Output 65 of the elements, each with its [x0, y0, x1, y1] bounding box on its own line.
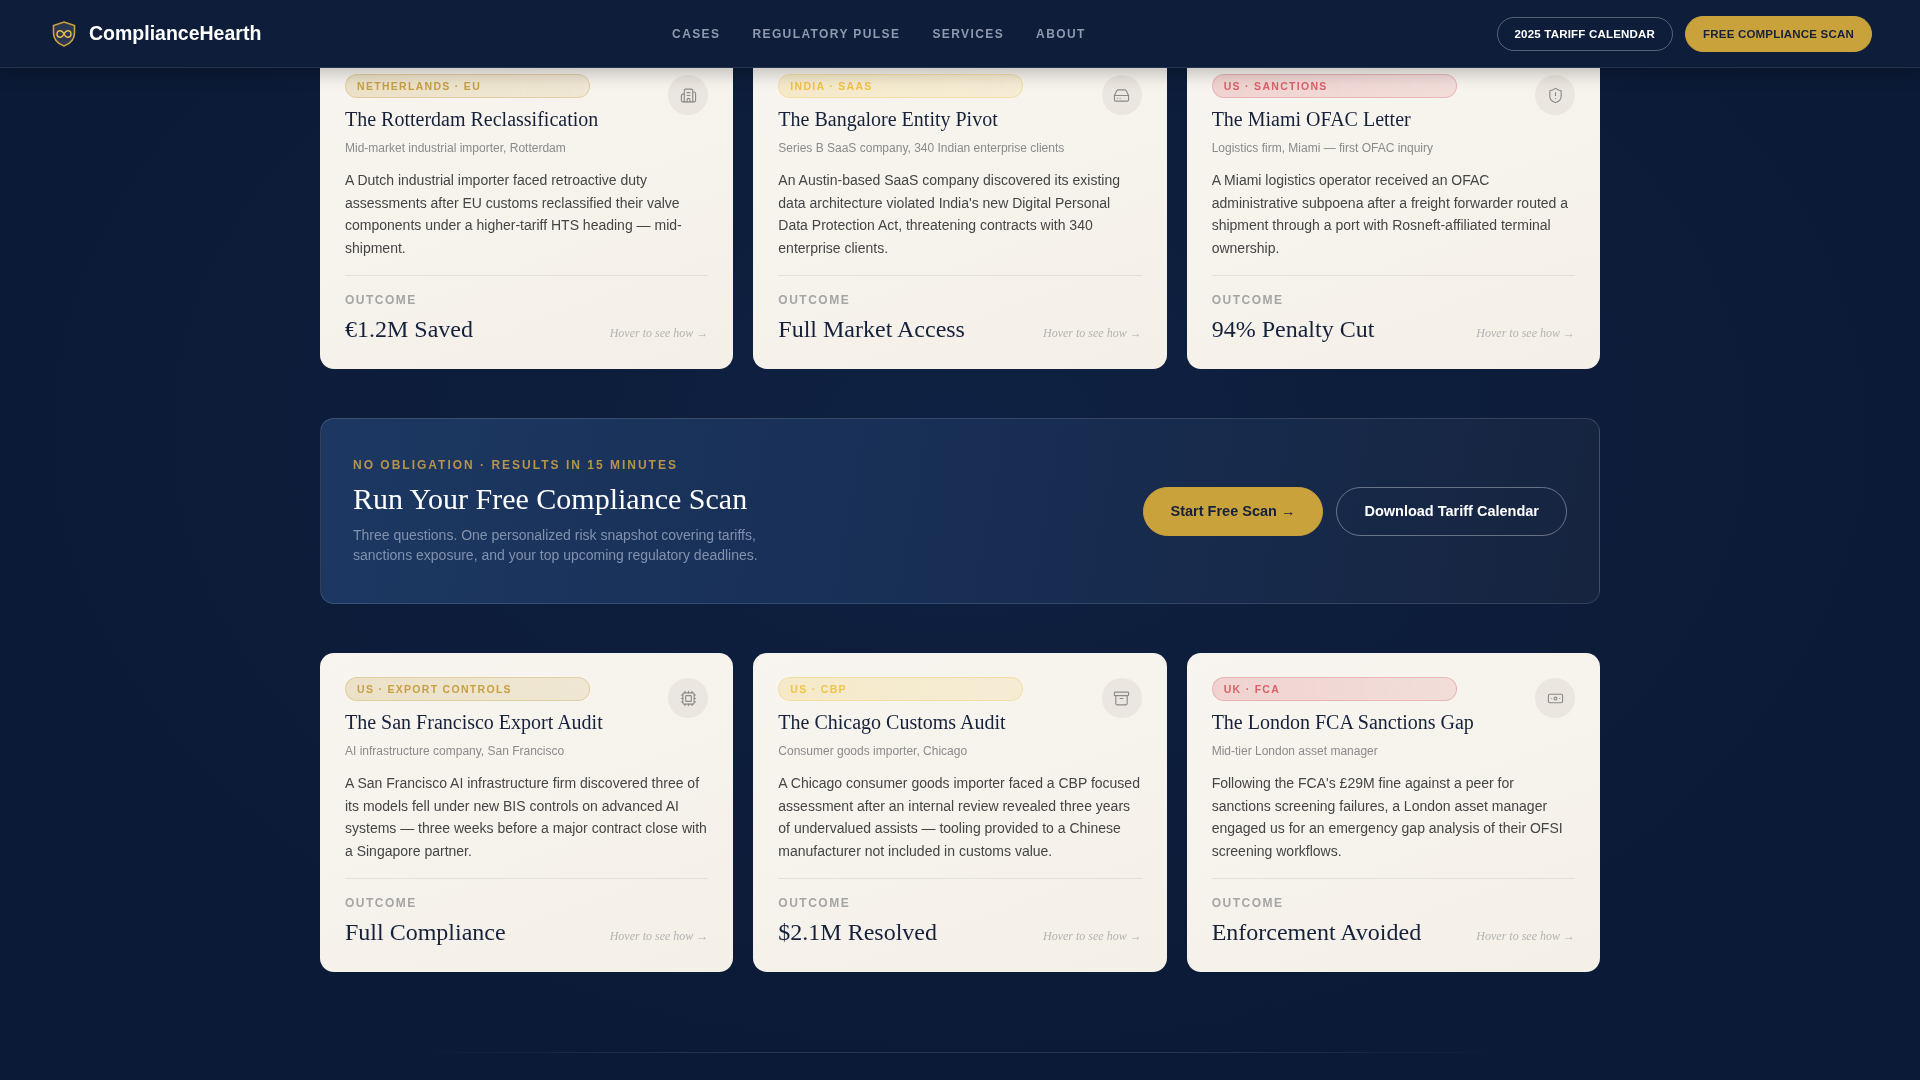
case-card[interactable]: [753, 68, 1167, 369]
outcome-value: €1.2M Saved: [345, 315, 473, 344]
cta-title: Run Your Free Compliance Scan: [353, 481, 748, 517]
hover-hint: Hover to see how →: [1476, 929, 1575, 944]
hover-hint: Hover to see how →: [609, 929, 709, 944]
case-title: The Chicago Customs Audit: [778, 710, 1006, 735]
outcome-value: Full Compliance: [345, 918, 506, 947]
archive-box-icon: [1101, 678, 1142, 718]
banknote-icon: [1535, 678, 1575, 718]
outcome-value: Enforcement Avoided: [1211, 918, 1422, 947]
client-description: Consumer goods importer, Chicago: [778, 743, 969, 760]
client-description: Logistics firm, Miami — first OFAC inquiry: [1211, 140, 1435, 157]
outcome-label: OUTCOME: [778, 895, 852, 911]
nav-link[interactable]: ABOUT: [1036, 26, 1086, 41]
outcome-label: OUTCOME: [345, 292, 418, 308]
nav-link[interactable]: REGULATORY PULSE: [752, 26, 901, 41]
case-card[interactable]: [320, 68, 734, 369]
outcome-label: OUTCOME: [1211, 292, 1285, 308]
nav-link[interactable]: SERVICES: [932, 26, 1005, 41]
region-tag: NETHERLANDS · EU: [345, 74, 590, 98]
region-tag: US · EXPORT CONTROLS: [345, 677, 590, 701]
case-card[interactable]: [1186, 68, 1600, 369]
case-card[interactable]: [320, 653, 734, 972]
outcome-value: Full Market Access: [778, 315, 965, 344]
client-description: Mid-tier London asset manager: [1211, 743, 1379, 760]
region-tag: US · CBP: [778, 677, 1024, 701]
nav-link[interactable]: CASES: [672, 26, 721, 41]
cta-eyebrow: NO OBLIGATION · RESULTS IN 15 MINUTES: [353, 457, 678, 473]
client-description: Mid-market industrial importer, Rotterdam: [345, 140, 567, 157]
hover-hint: Hover to see how →: [609, 326, 709, 341]
outcome-label: OUTCOME: [345, 895, 418, 911]
chip-icon: [668, 678, 709, 718]
client-description: AI infrastructure company, San Francisco: [345, 743, 566, 760]
case-card[interactable]: [753, 653, 1167, 972]
case-summary: A Dutch industrial importer faced retroactive duty assessments after EU customs reclassified their valve components under a higher-tariff HTS heading — mid-shipment.: [345, 171, 683, 258]
hover-hint: Hover to see how →: [1476, 326, 1575, 341]
outcome-value: 94% Penalty Cut: [1211, 315, 1375, 344]
case-title: The Rotterdam Reclassification: [345, 107, 599, 132]
case-summary: A Miami logistics operator received an OFAC administrative subpoena after a freight forwarder routed a shipment through a port with Rosneft-affiliated terminal ownership.: [1211, 171, 1570, 258]
case-summary: Following the FCA's £29M fine against a peer for sanctions screening failures, a London asset manager engaged us for an emergency gap analysis of their OFSI screening workflows.: [1211, 774, 1564, 861]
hover-hint: Hover to see how →: [1043, 326, 1142, 341]
case-summary: A Chicago consumer goods importer faced a CBP focused assessment after an internal review revealed three years of undervalued assists — tooling provided to a Chinese manufacturer not included in customs value.: [778, 774, 1141, 861]
case-summary: An Austin-based SaaS company discovered its existing data architecture violated India's new Digital Personal Data Protection Act, threatening contracts with 340 enterprise clients.: [778, 171, 1121, 258]
region-tag: INDIA · SAAS: [778, 74, 1024, 98]
case-title: The London FCA Sanctions Gap: [1211, 710, 1474, 735]
cta-description: Three questions. One personalized risk snapshot covering tariffs, sanctions exposure, and your top upcoming regulatory deadlines.: [353, 526, 759, 565]
outcome-label: OUTCOME: [778, 292, 852, 308]
outcome-label: OUTCOME: [1211, 895, 1285, 911]
region-tag: UK · FCA: [1211, 677, 1457, 701]
case-title: The Miami OFAC Letter: [1211, 107, 1411, 132]
hover-hint: Hover to see how →: [1043, 929, 1142, 944]
case-title: The San Francisco Export Audit: [345, 710, 603, 735]
scan-button[interactable]: FREE COMPLIANCE SCAN: [1685, 15, 1872, 52]
shield-alert-icon: [1535, 75, 1575, 115]
case-card[interactable]: [1186, 653, 1600, 972]
hard-drive-icon: [1101, 75, 1142, 115]
client-description: Series B SaaS company, 340 Indian enterprise clients: [778, 140, 1066, 157]
start-scan-button[interactable]: Start Free Scan →: [1142, 486, 1324, 536]
brand-name: ComplianceHearth: [89, 22, 262, 45]
building-icon: [668, 75, 709, 115]
outcome-value: $2.1M Resolved: [778, 918, 937, 947]
region-tag: US · SANCTIONS: [1211, 74, 1457, 98]
case-summary: A San Francisco AI infrastructure firm discovered three of its models fell under new BIS controls on advanced AI systems — three weeks before a major contract close with a Singapore partner.: [345, 774, 708, 861]
shield-logo-icon: [52, 20, 76, 47]
case-title: The Bangalore Entity Pivot: [778, 107, 998, 132]
